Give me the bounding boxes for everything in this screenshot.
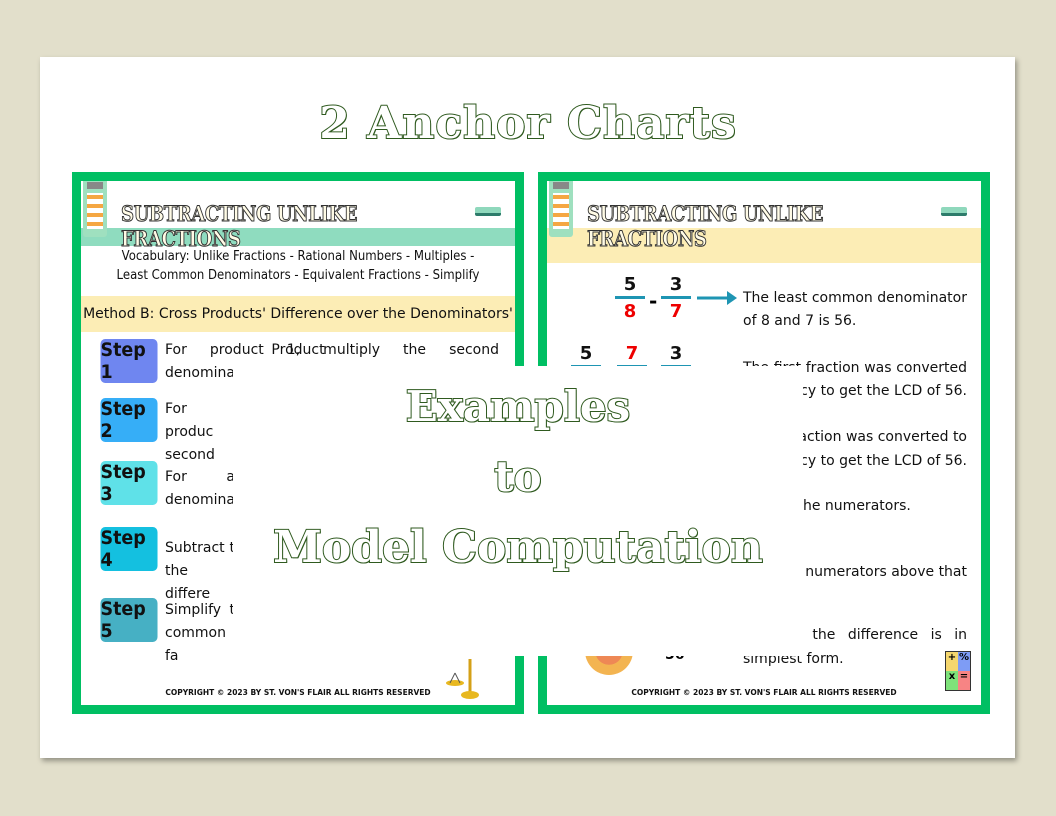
overlay-line-1: Examples xyxy=(405,381,631,432)
math-operations-icon: + % x = xyxy=(945,651,971,691)
arrow-icon xyxy=(697,291,737,305)
page-title: 2 Anchor Charts xyxy=(318,97,737,150)
numerator: 7 xyxy=(617,343,647,368)
numerator: 3 xyxy=(661,274,691,299)
numerator: 5 xyxy=(571,343,601,368)
eraser-icon xyxy=(475,207,501,216)
step-5-badge: Step 5 xyxy=(100,598,158,642)
vocabulary: Vocabulary: Unlike Fractions - Rational … xyxy=(103,247,494,285)
step-4-badge: Step 4 xyxy=(100,527,158,571)
minus-sign: - xyxy=(649,289,658,313)
overlay-line-3: Model Computation xyxy=(272,521,764,574)
explanation-1: The least common denominator of 8 and 7 … xyxy=(743,290,967,329)
calculator-icon xyxy=(83,181,107,237)
calculator-icon xyxy=(549,181,573,237)
chart-title: SUBTRACTING UNLIKE FRACTIONS xyxy=(587,201,824,252)
step-5-text: Simplify t common fa xyxy=(165,602,235,664)
overlay-line-2: to xyxy=(493,451,542,502)
overlay-box: Examples to Model Computation xyxy=(233,366,803,656)
step-2-badge: Step 2 xyxy=(100,398,158,442)
plus-icon: + xyxy=(946,652,958,671)
explanation-4: he numerators. xyxy=(803,498,911,514)
numerator: 3 xyxy=(661,343,691,368)
numerator: 5 xyxy=(615,274,645,299)
eraser-icon xyxy=(941,207,967,216)
chart-title: SUBTRACTING UNLIKE FRACTIONS xyxy=(121,201,358,252)
fraction: 7 xyxy=(617,343,647,368)
percent-icon: % xyxy=(958,652,970,671)
denominator: 8 xyxy=(623,301,637,322)
step-1-badge: Step 1 xyxy=(100,339,158,383)
copyright: COPYRIGHT © 2023 BY ST. VON'S FLAIR ALL … xyxy=(631,688,897,697)
vocab-line: Vocabulary: Unlike Fractions - Rational … xyxy=(121,249,475,264)
method-heading: Method B: Cross Products' Difference ove… xyxy=(81,296,515,358)
fraction-5-8: 58 xyxy=(615,274,645,325)
step-3-badge: Step 3 xyxy=(100,461,158,505)
vocab-line: Least Common Denominators - Equivalent F… xyxy=(116,268,480,283)
step-4-text: Subtract t the differe xyxy=(165,540,235,602)
fraction: 3 xyxy=(661,343,691,368)
step-2-text: For produc second xyxy=(165,401,215,463)
copyright: COPYRIGHT © 2023 BY ST. VON'S FLAIR ALL … xyxy=(165,688,431,697)
denominator: 7 xyxy=(669,301,683,322)
fraction-3-7: 37 xyxy=(661,274,691,325)
fraction: 5 xyxy=(571,343,601,368)
step-3-text: For a denominato xyxy=(165,469,249,508)
